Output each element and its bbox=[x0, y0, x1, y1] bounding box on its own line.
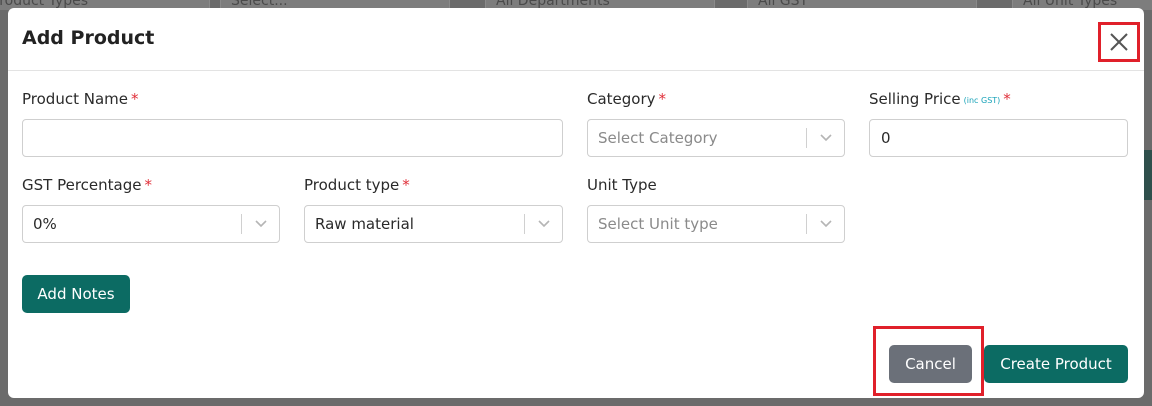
product-type-value: Raw material bbox=[315, 215, 414, 233]
product-name-input[interactable] bbox=[22, 119, 563, 157]
select-separator bbox=[806, 128, 807, 148]
chevron-down-icon bbox=[820, 134, 832, 142]
cancel-button[interactable]: Cancel bbox=[889, 345, 972, 383]
unit-type-label: Unit Type bbox=[587, 176, 657, 194]
required-marker: * bbox=[144, 176, 152, 194]
product-name-label: Product Name * bbox=[22, 90, 139, 108]
category-select[interactable]: Select Category bbox=[587, 119, 845, 157]
select-separator bbox=[524, 214, 525, 234]
required-marker: * bbox=[402, 176, 410, 194]
unit-type-select[interactable]: Select Unit type bbox=[587, 205, 845, 243]
select-separator bbox=[806, 214, 807, 234]
modal-title: Add Product bbox=[22, 27, 155, 49]
required-marker: * bbox=[130, 90, 139, 108]
close-icon bbox=[1110, 33, 1128, 51]
chevron-down-icon bbox=[538, 220, 550, 228]
selling-price-label: Selling Price (inc GST) * bbox=[869, 90, 1011, 108]
category-select-placeholder: Select Category bbox=[598, 129, 718, 147]
add-product-modal: Add Product Product Name * Category * Sele… bbox=[8, 8, 1144, 398]
close-button[interactable] bbox=[1098, 22, 1140, 62]
create-product-button[interactable]: Create Product bbox=[984, 345, 1128, 383]
required-marker: * bbox=[658, 90, 667, 108]
product-type-select[interactable]: Raw material bbox=[304, 205, 563, 243]
required-marker: * bbox=[1003, 90, 1011, 108]
unit-type-select-placeholder: Select Unit type bbox=[598, 215, 718, 233]
add-notes-button[interactable]: Add Notes bbox=[22, 275, 130, 313]
gst-percentage-select[interactable]: 0% bbox=[22, 205, 280, 243]
chevron-down-icon bbox=[255, 220, 267, 228]
category-label: Category * bbox=[587, 90, 667, 108]
chevron-down-icon bbox=[820, 220, 832, 228]
gst-percentage-value: 0% bbox=[33, 215, 57, 233]
select-separator bbox=[241, 214, 242, 234]
product-type-label: Product type * bbox=[304, 176, 410, 194]
gst-percentage-label: GST Percentage * bbox=[22, 176, 152, 194]
selling-price-input[interactable]: 0 bbox=[869, 119, 1128, 157]
selling-price-sublabel: (inc GST) bbox=[963, 96, 1001, 105]
modal-header: Add Product bbox=[8, 8, 1144, 71]
